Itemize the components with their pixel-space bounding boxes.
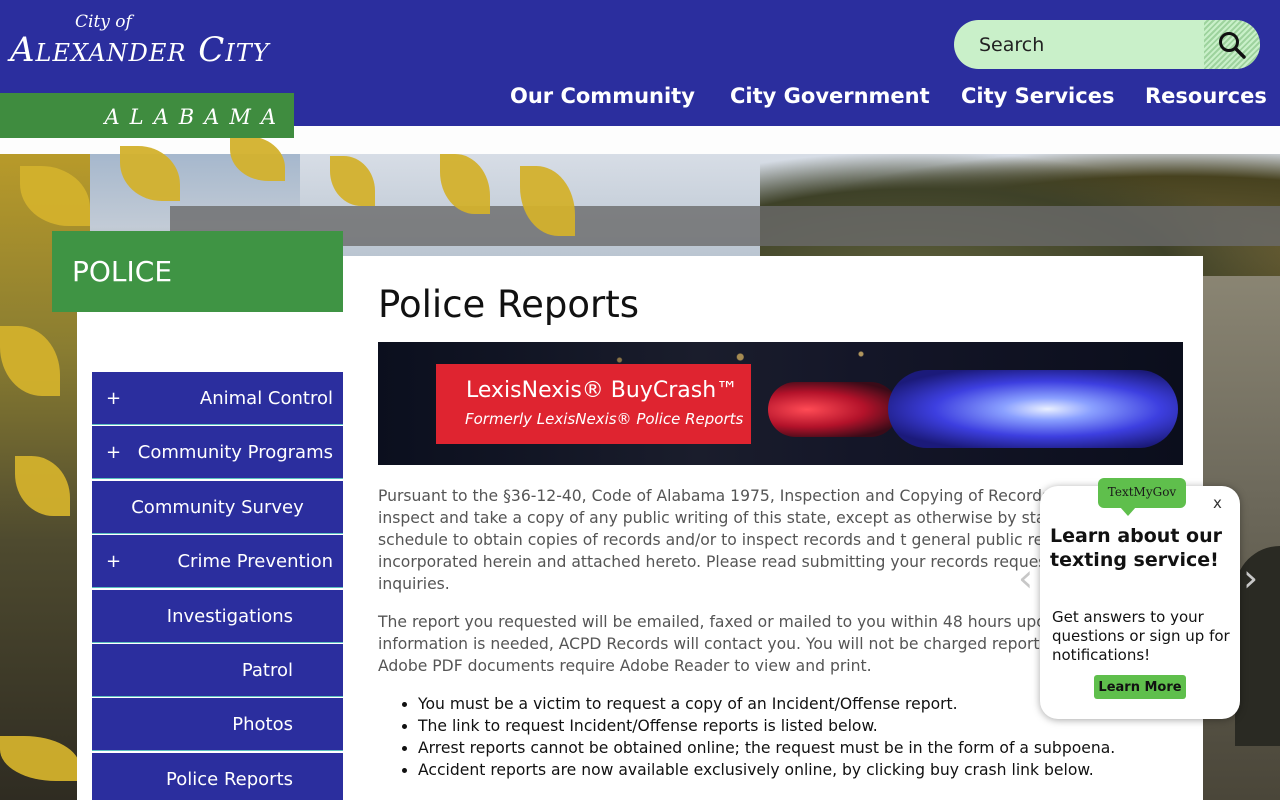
search-bar (954, 20, 1260, 69)
expand-icon[interactable]: + (106, 426, 121, 479)
list-item: Accident reports are now available exclu… (418, 759, 1183, 781)
sidebar-item-label: Animal Control (199, 388, 333, 409)
sidebar-item-label: Community Programs (137, 442, 333, 464)
search-icon (1219, 31, 1246, 59)
nav-our-community[interactable]: Our Community (510, 84, 695, 108)
leaf-decoration (120, 146, 180, 201)
sidebar-item-police-reports[interactable]: Police Reports (92, 752, 343, 800)
expand-icon[interactable]: + (106, 372, 121, 425)
textmygov-badge: TextMyGov (1098, 478, 1186, 516)
sidebar-item-photos[interactable]: Photos (92, 698, 343, 752)
page-title: Police Reports (378, 283, 639, 326)
nav-resources[interactable]: Resources (1145, 84, 1267, 108)
carousel-prev-arrow[interactable]: ‹ (1018, 556, 1033, 600)
police-blue-light (888, 370, 1178, 448)
sidebar-item-crime-prevention[interactable]: + Crime Prevention (92, 535, 343, 589)
banner-title: LexisNexis® BuyCrash™ (466, 378, 739, 403)
logo-city-of: City of (75, 12, 132, 32)
nav-city-services[interactable]: City Services (961, 84, 1114, 108)
carousel-next-arrow[interactable]: › (1243, 556, 1258, 600)
police-red-light (768, 382, 898, 437)
sidebar-item-label: Police Reports (166, 768, 293, 790)
sidebar-item-community-survey[interactable]: Community Survey (92, 480, 343, 534)
banner-red-box: LexisNexis® BuyCrash™ Formerly LexisNexi… (436, 364, 751, 444)
logo-city-name: Alexander City (10, 30, 270, 70)
buycrash-banner[interactable]: LexisNexis® BuyCrash™ Formerly LexisNexi… (378, 342, 1183, 465)
search-input[interactable] (954, 20, 1204, 69)
popup-heading: Learn about our texting service! (1050, 525, 1222, 571)
sidebar-item-label: Crime Prevention (177, 551, 333, 573)
sidebar-item-label: Photos (232, 714, 293, 736)
sidebar-item-patrol[interactable]: Patrol (92, 643, 343, 697)
section-title: POLICE (52, 231, 343, 312)
search-button[interactable] (1204, 20, 1260, 69)
popup-body: Get answers to your questions or sign up… (1052, 608, 1230, 664)
textmygov-popup: TextMyGov x Learn about our texting serv… (1040, 478, 1240, 719)
learn-more-button[interactable]: Learn More (1094, 675, 1186, 699)
sidebar-item-investigations[interactable]: Investigations (92, 589, 343, 643)
banner-subtitle: Formerly LexisNexis® Police Reports (465, 410, 744, 428)
logo-state: ALABAMA (0, 93, 294, 138)
sidebar-item-label: Community Survey (131, 496, 304, 518)
nav-city-government[interactable]: City Government (730, 84, 930, 108)
sidebar-item-animal-control[interactable]: + Animal Control (92, 372, 343, 425)
sidebar-item-label: Patrol (241, 659, 293, 681)
list-item: Arrest reports cannot be obtained online… (418, 737, 1183, 759)
sidebar-item-label: Investigations (166, 605, 293, 627)
city-logo[interactable]: City of Alexander City ALABAMA (0, 0, 294, 138)
sidebar-menu: + Animal Control + Community Programs Co… (92, 372, 343, 800)
expand-icon[interactable]: + (106, 535, 121, 588)
sidebar-item-community-programs[interactable]: + Community Programs (92, 426, 343, 480)
popup-close-button[interactable]: x (1213, 494, 1222, 512)
